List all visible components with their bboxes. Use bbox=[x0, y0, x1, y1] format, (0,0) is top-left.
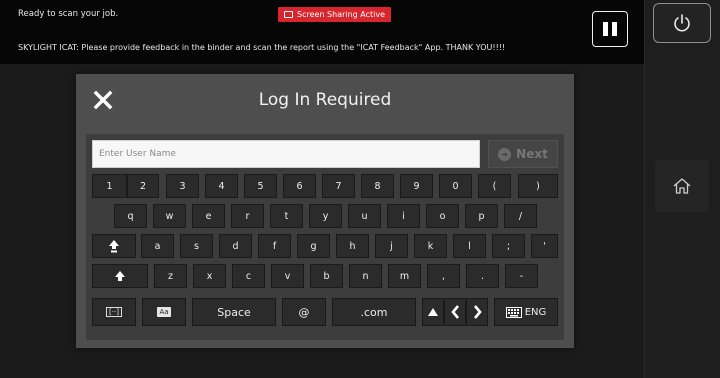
triangle-up-icon bbox=[428, 308, 438, 316]
power-icon bbox=[674, 14, 690, 32]
key-3[interactable]: 3 bbox=[166, 174, 199, 198]
shift-key[interactable] bbox=[92, 264, 148, 288]
keyboard-row-top: q w e r t y u i o p / bbox=[86, 204, 564, 228]
key-d[interactable]: d bbox=[219, 234, 252, 258]
announcement-banner: SKYLIGHT ICAT: Please provide feedback i… bbox=[18, 43, 506, 52]
chevron-left-icon bbox=[450, 305, 459, 319]
key-2[interactable]: 2 bbox=[127, 174, 159, 198]
key-y[interactable]: y bbox=[309, 204, 342, 228]
key-h[interactable]: h bbox=[336, 234, 369, 258]
key-period[interactable]: . bbox=[466, 264, 499, 288]
key-t[interactable]: t bbox=[270, 204, 303, 228]
pause-icon-bar-right bbox=[612, 22, 617, 36]
cursor-up-key[interactable] bbox=[422, 298, 444, 326]
caps-lock-key[interactable] bbox=[92, 234, 136, 258]
key-c[interactable]: c bbox=[232, 264, 265, 288]
key-close-paren[interactable]: ) bbox=[518, 174, 558, 198]
key-j[interactable]: j bbox=[375, 234, 408, 258]
key-5[interactable]: 5 bbox=[244, 174, 277, 198]
key-m[interactable]: m bbox=[388, 264, 421, 288]
status-bar: Ready to scan your job. Screen Sharing A… bbox=[0, 0, 644, 64]
key-e[interactable]: e bbox=[192, 204, 225, 228]
device-screen: Ready to scan your job. Screen Sharing A… bbox=[0, 0, 644, 378]
space-key[interactable]: Space bbox=[192, 298, 276, 326]
home-button[interactable] bbox=[655, 160, 709, 212]
key-7[interactable]: 7 bbox=[322, 174, 355, 198]
key-a[interactable]: a bbox=[141, 234, 174, 258]
power-button[interactable] bbox=[653, 3, 711, 43]
key-p[interactable]: p bbox=[465, 204, 498, 228]
dot-com-key[interactable]: .com bbox=[332, 298, 416, 326]
keyboard-panel: ➔ Next 1 2 3 4 5 6 7 8 9 0 ( ) q bbox=[86, 134, 564, 340]
key-w[interactable]: w bbox=[153, 204, 186, 228]
dialog-title: Log In Required bbox=[258, 90, 392, 110]
key-i[interactable]: i bbox=[387, 204, 420, 228]
cast-icon bbox=[284, 11, 293, 18]
key-slash[interactable]: / bbox=[504, 204, 537, 228]
language-key[interactable]: ENG bbox=[494, 298, 558, 326]
key-k[interactable]: k bbox=[414, 234, 447, 258]
username-input[interactable] bbox=[92, 140, 480, 168]
key-0[interactable]: 0 bbox=[439, 174, 472, 198]
key-l[interactable]: l bbox=[453, 234, 486, 258]
language-label: ENG bbox=[524, 306, 547, 318]
input-row: ➔ Next bbox=[92, 140, 558, 168]
screen-sharing-badge: Screen Sharing Active bbox=[278, 7, 392, 22]
screen-sharing-label: Screen Sharing Active bbox=[297, 10, 386, 19]
login-dialog: Log In Required ➔ Next 1 2 3 4 5 6 7 8 9 bbox=[76, 74, 574, 348]
key-apostrophe[interactable]: ' bbox=[531, 234, 558, 258]
key-4[interactable]: 4 bbox=[205, 174, 238, 198]
right-rail bbox=[644, 0, 720, 378]
cursor-left-key[interactable] bbox=[444, 298, 466, 326]
key-g[interactable]: g bbox=[297, 234, 330, 258]
cursor-right-key[interactable] bbox=[466, 298, 488, 326]
key-n[interactable]: n bbox=[349, 264, 382, 288]
key-semicolon[interactable]: ; bbox=[492, 234, 525, 258]
key-u[interactable]: u bbox=[348, 204, 381, 228]
chevron-right-icon bbox=[473, 305, 482, 319]
keyboard-row-bottom: z x c v b n m , . - bbox=[86, 264, 564, 288]
keyboard-row-numbers: 1 2 3 4 5 6 7 8 9 0 ( ) bbox=[86, 174, 564, 198]
key-x[interactable]: x bbox=[193, 264, 226, 288]
next-arrow-icon: ➔ bbox=[498, 147, 512, 161]
case-toggle-key[interactable]: Aa bbox=[142, 298, 186, 326]
dialog-header: Log In Required bbox=[76, 74, 574, 128]
next-button[interactable]: ➔ Next bbox=[488, 140, 558, 168]
key-q[interactable]: q bbox=[114, 204, 147, 228]
key-f[interactable]: f bbox=[258, 234, 291, 258]
key-b[interactable]: b bbox=[310, 264, 343, 288]
special-chars-key[interactable]: [··] bbox=[92, 298, 136, 326]
key-comma[interactable]: , bbox=[427, 264, 460, 288]
case-toggle-label: Aa bbox=[157, 307, 171, 317]
keyboard-row-function: [··] Aa Space @ .com ENG bbox=[86, 298, 564, 326]
caps-lock-icon bbox=[109, 240, 119, 253]
key-r[interactable]: r bbox=[231, 204, 264, 228]
status-text: Ready to scan your job. bbox=[18, 9, 119, 19]
key-hyphen[interactable]: - bbox=[505, 264, 538, 288]
key-s[interactable]: s bbox=[180, 234, 213, 258]
special-chars-label: [··] bbox=[106, 307, 122, 317]
keyboard-icon bbox=[505, 306, 522, 318]
pause-icon-bar-left bbox=[603, 22, 608, 36]
shift-icon bbox=[115, 271, 125, 281]
key-v[interactable]: v bbox=[271, 264, 304, 288]
next-label: Next bbox=[516, 147, 548, 161]
key-z[interactable]: z bbox=[154, 264, 187, 288]
key-1[interactable]: 1 bbox=[92, 174, 127, 198]
pause-button[interactable] bbox=[592, 11, 628, 47]
home-icon bbox=[673, 178, 691, 194]
key-open-paren[interactable]: ( bbox=[478, 174, 511, 198]
key-o[interactable]: o bbox=[426, 204, 459, 228]
keyboard-row-home: a s d f g h j k l ; ' bbox=[86, 234, 564, 258]
key-9[interactable]: 9 bbox=[400, 174, 433, 198]
key-6[interactable]: 6 bbox=[283, 174, 316, 198]
key-8[interactable]: 8 bbox=[361, 174, 394, 198]
at-key[interactable]: @ bbox=[282, 298, 326, 326]
